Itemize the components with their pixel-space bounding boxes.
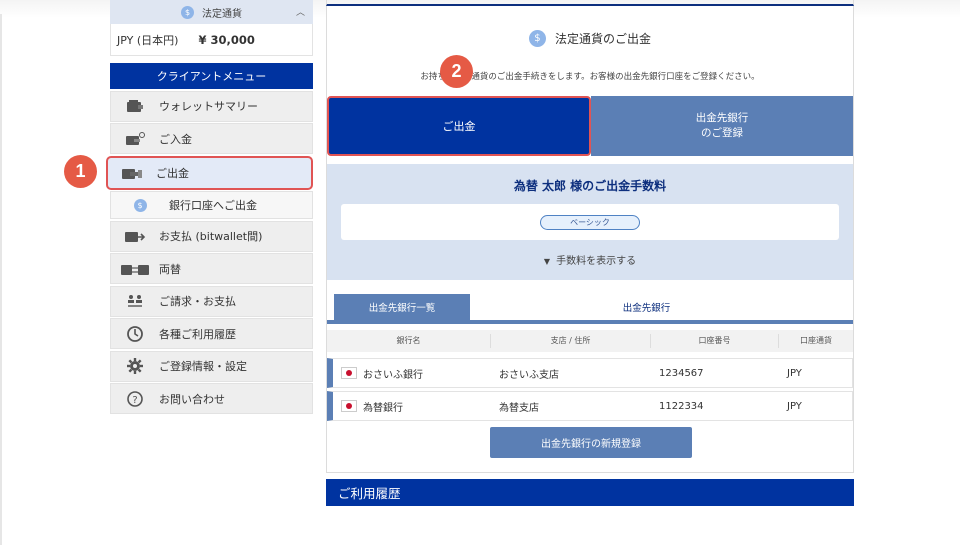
sidebar-item-label: ウォレットサマリー — [159, 100, 258, 113]
fee-toggle[interactable]: ▼ 手数料を表示する — [327, 252, 853, 267]
branch-cell: おさいふ支店 — [499, 369, 559, 381]
currency-cell: JPY — [787, 400, 802, 412]
payment-icon — [111, 229, 159, 243]
branch-cell: 為替支店 — [499, 402, 539, 414]
sidebar-item-billing[interactable]: ご請求・お支払 — [110, 285, 313, 317]
sidebar-item-label: 各種ご利用履歴 — [159, 327, 236, 341]
page-title: $ 法定通貨のご出金 — [327, 30, 853, 47]
transfer-users-icon — [111, 294, 159, 308]
fee-plan-badge: ベーシック — [540, 214, 640, 230]
sidebar-item-label: ご入金 — [159, 132, 192, 146]
help-icon: ? — [111, 390, 159, 408]
deposit-icon — [111, 131, 159, 146]
sidebar-item-label: 銀行口座へご出金 — [169, 199, 257, 212]
sidebar-item-withdraw[interactable]: ご出金 — [106, 155, 313, 190]
bank-subtabs: 出金先銀行一覧 出金先銀行 — [327, 294, 853, 324]
wallet-icon — [111, 99, 159, 113]
column-header-branch: 支店 / 住所 — [491, 334, 651, 348]
account-cell: 1234567 — [659, 367, 704, 379]
sidebar-item-deposit[interactable]: ご入金 — [110, 123, 313, 154]
currency-section-header[interactable]: $ 法定通貨 ︿ — [110, 0, 313, 24]
sidebar-item-settings[interactable]: ご登録情報・設定 — [110, 350, 313, 382]
main-panel: $ 法定通貨のご出金 お持ちの法定通貨のご出金手続きをします。お客様の出金先銀行… — [326, 0, 854, 473]
balance-amount: ¥ 30,000 — [198, 32, 255, 47]
gear-icon — [111, 357, 159, 375]
tab-bank[interactable]: 出金先銀行 — [470, 294, 853, 320]
japan-flag-icon — [341, 367, 357, 379]
sidebar-item-label: ご請求・お支払 — [159, 295, 236, 308]
balance-currency: JPY (日本円) — [117, 33, 179, 47]
svg-text:?: ? — [132, 395, 137, 406]
tab-register-line1: 出金先銀行 — [695, 112, 749, 124]
coin-icon: $ — [111, 198, 169, 212]
sidebar-item-label: お支払 (bitwallet間) — [159, 230, 263, 243]
table-row[interactable]: おさいふ銀行 おさいふ支店 1234567 JPY — [327, 358, 853, 388]
register-bank-button[interactable]: 出金先銀行の新規登録 — [490, 427, 692, 458]
tab-withdraw[interactable]: ご出金 — [327, 96, 591, 156]
withdraw-tabs: ご出金 出金先銀行 のご登録 — [327, 96, 853, 156]
fee-panel: 為替 太郎 様のご出金手数料 ベーシック ▼ 手数料を表示する — [327, 164, 853, 280]
column-header-bank: 銀行名 — [327, 334, 491, 348]
withdraw-icon — [108, 166, 156, 180]
exchange-icon — [111, 262, 159, 276]
tab-bank-list[interactable]: 出金先銀行一覧 — [334, 294, 470, 320]
sidebar-item-contact[interactable]: ? お問い合わせ — [110, 383, 313, 414]
step-badge-2: 2 — [440, 55, 473, 88]
column-header-currency: 口座通貨 — [800, 336, 832, 345]
currency-cell: JPY — [787, 367, 802, 379]
tab-register-bank[interactable]: 出金先銀行 のご登録 — [591, 96, 853, 156]
page-description: お持ちの法定通貨のご出金手続きをします。お客様の出金先銀行口座をご登録ください。 — [420, 72, 760, 82]
sidebar: $ 法定通貨 ︿ JPY (日本円) ¥ 30,000 クライアントメニュー ウ… — [106, 0, 313, 414]
sidebar-item-label: ご登録情報・設定 — [159, 360, 247, 373]
history-icon — [111, 325, 159, 343]
page-left-edge — [0, 14, 2, 545]
bank-name: おさいふ銀行 — [363, 369, 423, 381]
bank-cell: おさいふ銀行 — [333, 366, 496, 381]
withdraw-card: $ 法定通貨のご出金 お持ちの法定通貨のご出金手続きをします。お客様の出金先銀行… — [326, 6, 854, 473]
sidebar-item-history[interactable]: 各種ご利用履歴 — [110, 318, 313, 349]
client-menu-header: クライアントメニュー — [110, 63, 313, 89]
page-title-text: 法定通貨のご出金 — [554, 32, 651, 46]
fee-title: 為替 太郎 様のご出金手数料 — [513, 179, 667, 193]
account-cell: 1122334 — [659, 400, 704, 412]
currency-section-label: 法定通貨 — [202, 8, 242, 20]
column-header-account: 口座番号 — [651, 334, 779, 348]
sidebar-item-bank-withdraw[interactable]: $ 銀行口座へご出金 — [110, 191, 313, 219]
chevron-up-icon[interactable]: ︿ — [296, 5, 305, 18]
japan-flag-icon — [341, 400, 357, 412]
bank-table-header: 銀行名 支店 / 住所 口座番号 口座通貨 — [327, 330, 853, 352]
chevron-down-icon: ▼ — [543, 257, 551, 266]
dollar-coin-icon: $ — [181, 5, 194, 19]
sidebar-item-label: ご出金 — [156, 166, 189, 180]
balance-row: JPY (日本円) ¥ 30,000 — [110, 24, 313, 56]
dollar-coin-icon: $ — [528, 30, 546, 47]
sidebar-item-label: 両替 — [159, 262, 181, 276]
bank-name: 為替銀行 — [363, 402, 403, 414]
fee-toggle-label: 手数料を表示する — [556, 256, 637, 267]
tab-register-line2: のご登録 — [701, 127, 743, 139]
fee-plan-box: ベーシック — [341, 204, 839, 240]
history-section-header: ご利用履歴 — [326, 479, 854, 506]
table-row[interactable]: 為替銀行 為替支店 1122334 JPY — [327, 391, 853, 421]
bank-cell: 為替銀行 — [333, 399, 496, 414]
sidebar-item-wallet-summary[interactable]: ウォレットサマリー — [110, 90, 313, 122]
sidebar-item-exchange[interactable]: 両替 — [110, 253, 313, 284]
step-badge-1: 1 — [64, 155, 97, 188]
sidebar-item-label: お問い合わせ — [159, 392, 225, 406]
sidebar-item-payment[interactable]: お支払 (bitwallet間) — [110, 220, 313, 252]
